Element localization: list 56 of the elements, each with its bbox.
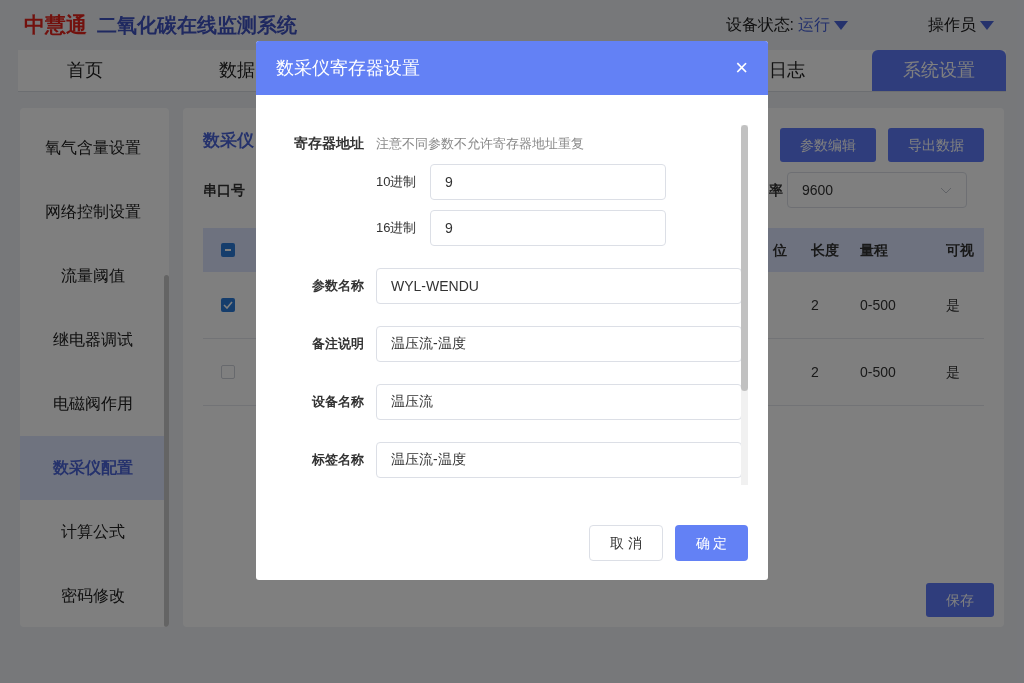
- input-field[interactable]: WYL-WENDU: [376, 268, 742, 304]
- table-cell-text: 是: [946, 362, 961, 382]
- sidebar-item[interactable]: 数采仪配置: [20, 436, 165, 500]
- caret-down-icon: [980, 20, 994, 30]
- checkbox[interactable]: [221, 365, 235, 379]
- sidebar-item[interactable]: 电磁阀作用: [20, 372, 165, 436]
- table-cell-text: 2: [811, 295, 820, 315]
- sidebar-item[interactable]: 氧气含量设置: [20, 116, 165, 180]
- status-dropdown[interactable]: 运行: [798, 13, 848, 37]
- sidebar-item[interactable]: 密码修改: [20, 564, 165, 627]
- nav-tab[interactable]: 首页: [18, 50, 152, 91]
- checkbox[interactable]: [221, 298, 235, 312]
- input-field[interactable]: 温压流-温度: [376, 326, 742, 362]
- sidebar-item[interactable]: 流量阈值: [20, 244, 165, 308]
- dialog-title: 数采仪寄存器设置: [276, 56, 421, 80]
- field-label: 16进制: [376, 219, 418, 238]
- chevron-down-icon: [940, 186, 952, 194]
- save-button[interactable]: 保存: [926, 583, 994, 617]
- field-label: 参数名称: [311, 277, 364, 296]
- caret-down-icon: [834, 20, 848, 30]
- confirm-button[interactable]: 确 定: [675, 525, 748, 561]
- input-field[interactable]: 9: [430, 164, 666, 200]
- logo: 中慧通: [24, 12, 87, 39]
- sidebar-item[interactable]: 继电器调试: [20, 308, 165, 372]
- sidebar-item[interactable]: 网络控制设置: [20, 180, 165, 244]
- baud-label: 率: [769, 180, 783, 200]
- sidebar-item[interactable]: 计算公式: [20, 500, 165, 564]
- page-title: 数采仪: [203, 130, 254, 152]
- hint-text: 注意不同参数不允许寄存器地址重复: [376, 134, 584, 153]
- field-label: 设备名称: [311, 393, 364, 412]
- field-label: 寄存器地址: [293, 134, 364, 153]
- action-button[interactable]: 参数编辑: [780, 128, 876, 162]
- table-cell-text: 0-500: [860, 295, 897, 315]
- checkbox[interactable]: [221, 243, 235, 257]
- input-field[interactable]: 温压流: [376, 384, 742, 420]
- table-cell-text: 0-500: [860, 362, 897, 382]
- system-title: 二氧化碳在线监测系统: [97, 13, 297, 38]
- nav-tab[interactable]: 系统设置: [872, 50, 1006, 91]
- column-header: 量程: [860, 240, 889, 260]
- cancel-button[interactable]: 取 消: [589, 525, 663, 561]
- column-header: 长度: [811, 240, 840, 260]
- action-button[interactable]: 导出数据: [888, 128, 984, 162]
- column-header: 可视: [946, 240, 975, 260]
- input-field[interactable]: 9: [430, 210, 666, 246]
- table-cell-text: 2: [811, 362, 820, 382]
- field-label: 备注说明: [311, 335, 364, 354]
- input-field[interactable]: 温压流-温度: [376, 442, 742, 478]
- close-button[interactable]: ×: [735, 57, 748, 79]
- port-label: 串口号: [203, 180, 245, 200]
- user-menu[interactable]: 操作员: [928, 13, 994, 37]
- field-label: 10进制: [376, 173, 418, 192]
- baud-select[interactable]: 9600: [787, 172, 967, 208]
- field-label: 标签名称: [311, 451, 364, 470]
- column-header: 位: [773, 240, 788, 260]
- status-label: 设备状态:: [725, 15, 794, 35]
- table-cell-text: 是: [946, 295, 961, 315]
